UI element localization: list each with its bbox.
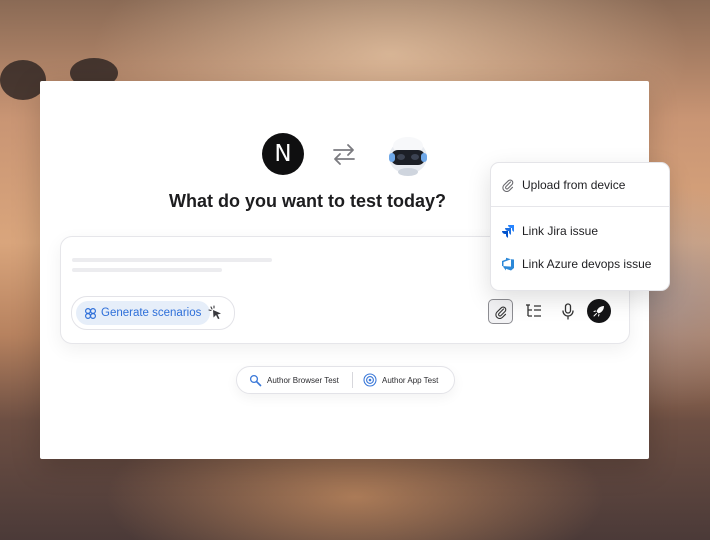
link-jira-issue-item[interactable]: Link Jira issue — [501, 220, 598, 242]
attach-menu: Upload from device Link Jira issue Link … — [490, 162, 670, 291]
prompt-placeholder-line — [72, 258, 272, 262]
link-azure-devops-label: Link Azure devops issue — [522, 257, 652, 271]
run-button[interactable] — [587, 299, 611, 323]
generate-scenarios-button[interactable]: Generate scenarios — [76, 301, 211, 325]
scenario-pill-group: Generate scenarios — [71, 296, 235, 330]
scenarios-icon — [84, 307, 97, 319]
prompt-placeholder-line — [72, 268, 222, 272]
author-app-test-link[interactable]: Author App Test — [363, 367, 438, 393]
pointer-click-icon[interactable] — [208, 305, 224, 321]
framework-logo: N — [262, 133, 304, 175]
paperclip-icon — [502, 179, 514, 192]
jira-icon — [502, 225, 514, 238]
attach-button[interactable] — [488, 299, 513, 324]
rocket-icon — [593, 306, 604, 317]
menu-divider — [491, 206, 669, 207]
browser-test-icon — [249, 374, 262, 386]
app-test-icon — [363, 373, 377, 387]
microphone-icon — [562, 302, 574, 320]
author-app-test-label: Author App Test — [382, 375, 439, 385]
upload-from-device-item[interactable]: Upload from device — [501, 174, 625, 196]
link-jira-issue-label: Link Jira issue — [522, 224, 599, 238]
author-browser-test-link[interactable]: Author Browser Test — [249, 367, 339, 393]
author-test-bar: Author Browser Test Author App Test — [236, 366, 455, 394]
azure-devops-icon — [502, 257, 514, 271]
voice-input-button[interactable] — [556, 299, 580, 323]
robot-mascot-logo — [389, 137, 427, 176]
swap-arrows-icon — [333, 144, 355, 165]
author-browser-test-label: Author Browser Test — [267, 375, 339, 385]
page-title: What do you want to test today? — [169, 191, 446, 211]
list-tree-icon — [526, 304, 541, 317]
generate-scenarios-label: Generate scenarios — [101, 307, 202, 319]
steps-button[interactable] — [522, 299, 546, 323]
upload-from-device-label: Upload from device — [522, 178, 626, 192]
divider — [352, 372, 353, 388]
link-azure-devops-item[interactable]: Link Azure devops issue — [501, 253, 651, 275]
paperclip-icon — [494, 306, 506, 319]
